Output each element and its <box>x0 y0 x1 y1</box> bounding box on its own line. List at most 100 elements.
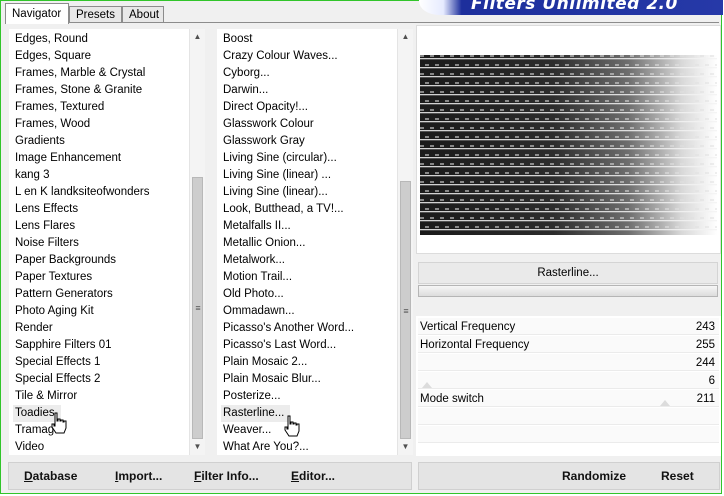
category-item[interactable]: Sapphire Filters 01 <box>15 337 112 354</box>
tab-divider <box>5 22 719 23</box>
filter-name-label: Rasterline... <box>418 262 718 284</box>
slider-mode-switch[interactable]: Mode switch 211 <box>416 390 721 408</box>
category-scrollbar[interactable]: ▲ ≡ ▼ <box>189 29 205 455</box>
right-button-bar: Randomize Reset <box>418 462 720 490</box>
control-value: 243 <box>695 321 715 333</box>
category-item[interactable]: Paper Backgrounds <box>15 252 116 269</box>
category-item[interactable]: Pattern Generators <box>15 286 113 303</box>
scroll-up-icon[interactable]: ▲ <box>398 29 413 45</box>
control-label: Mode switch <box>420 393 484 405</box>
filter-item[interactable]: Direct Opacity!... <box>223 99 308 116</box>
filter-item[interactable]: Glasswork Gray <box>223 133 305 150</box>
filter-item[interactable]: Ommadawn... <box>223 303 295 320</box>
category-item[interactable]: Gradients <box>15 133 65 150</box>
slider-thumb-icon[interactable] <box>660 400 670 406</box>
category-list[interactable]: Edges, Round Edges, Square Frames, Marble … <box>9 29 205 455</box>
category-item[interactable]: kang 3 <box>15 167 50 184</box>
progress-bar <box>418 285 718 297</box>
filter-item[interactable]: Metalfalls II... <box>223 218 291 235</box>
filter-item[interactable]: Living Sine (linear) ... <box>223 167 331 184</box>
control-label: Horizontal Frequency <box>420 339 530 351</box>
control-value: 211 <box>696 393 715 405</box>
scroll-down-icon[interactable]: ▼ <box>190 439 205 455</box>
grip-icon: ≡ <box>403 306 409 316</box>
filter-items: Boost Crazy Colour Waves... Cyborg... Darwi… <box>217 29 397 455</box>
filter-item[interactable]: Metallic Onion... <box>223 235 305 252</box>
tab-navigator[interactable]: Navigator <box>5 3 69 24</box>
category-item[interactable]: Frames, Marble & Crystal <box>15 65 145 82</box>
slider-thumb-icon[interactable] <box>422 382 432 388</box>
slider-control-3[interactable]: 244 <box>416 354 721 372</box>
category-item[interactable]: Tile & Mirror <box>15 388 77 405</box>
filter-item[interactable]: Motion Trail... <box>223 269 292 286</box>
filter-item[interactable]: What Are You?... <box>223 439 309 455</box>
category-item[interactable]: Lens Flares <box>15 218 75 235</box>
category-item[interactable]: Video <box>15 439 44 455</box>
filter-item[interactable]: Old Photo... <box>223 286 284 303</box>
category-scroll-thumb[interactable]: ≡ <box>192 177 203 439</box>
category-item[interactable]: Frames, Stone & Granite <box>15 82 142 99</box>
category-item[interactable]: Lens Effects <box>15 201 78 218</box>
scroll-down-icon[interactable]: ▼ <box>398 439 413 455</box>
category-item[interactable]: Frames, Textured <box>15 99 104 116</box>
filter-item[interactable]: Living Sine (circular)... <box>223 150 337 167</box>
filter-controls: Vertical Frequency 243 Horizontal Freque… <box>416 316 721 456</box>
filter-info-button[interactable]: Filter Info... <box>194 469 259 483</box>
category-item[interactable]: Edges, Square <box>15 48 91 65</box>
slider-track[interactable] <box>418 372 719 389</box>
category-item[interactable]: Image Enhancement <box>15 150 121 167</box>
filter-item[interactable]: Picasso's Last Word... <box>223 337 336 354</box>
control-value: 6 <box>708 375 715 387</box>
category-items: Edges, Round Edges, Square Frames, Marble … <box>9 29 189 455</box>
filter-item[interactable]: Plain Mosaic Blur... <box>223 371 321 388</box>
filter-item[interactable]: Living Sine (linear)... <box>223 184 328 201</box>
tab-presets[interactable]: Presets <box>69 6 122 23</box>
slider-control-6[interactable] <box>416 408 721 426</box>
category-item[interactable]: Edges, Round <box>15 31 88 48</box>
filter-item[interactable]: Posterize... <box>223 388 281 405</box>
filter-item[interactable]: Look, Butthead, a TV!... <box>223 201 344 218</box>
category-item[interactable]: Render <box>15 320 53 337</box>
category-item[interactable]: Special Effects 2 <box>15 371 100 388</box>
control-value: 255 <box>695 339 715 351</box>
slider-horizontal-frequency[interactable]: Horizontal Frequency 255 <box>416 336 721 354</box>
category-item[interactable]: L en K landksiteofwonders <box>15 184 149 201</box>
filter-item[interactable]: Weaver... <box>223 422 271 439</box>
filter-list[interactable]: Boost Crazy Colour Waves... Cyborg... Darwi… <box>217 29 413 455</box>
filter-item[interactable]: Darwin... <box>223 82 268 99</box>
category-item[interactable]: Paper Textures <box>15 269 92 286</box>
slider-track[interactable] <box>418 354 719 371</box>
slider-track[interactable] <box>418 426 719 443</box>
slider-control-7[interactable] <box>416 426 721 444</box>
slider-control-4[interactable]: 6 <box>416 372 721 390</box>
slider-vertical-frequency[interactable]: Vertical Frequency 243 <box>416 318 721 336</box>
filter-item[interactable]: Cyborg... <box>223 65 270 82</box>
hand-cursor-icon <box>51 412 67 434</box>
hand-cursor-icon <box>284 415 300 437</box>
filter-item[interactable]: Plain Mosaic 2... <box>223 354 307 371</box>
randomize-button[interactable]: Randomize <box>562 469 626 483</box>
filter-scrollbar[interactable]: ▲ ≡ ▼ <box>397 29 413 455</box>
tab-about[interactable]: About <box>122 6 164 23</box>
category-item[interactable]: Photo Aging Kit <box>15 303 94 320</box>
category-item[interactable]: Noise Filters <box>15 235 79 252</box>
left-button-bar: Database Import... Filter Info... Editor… <box>8 462 412 490</box>
import-button[interactable]: Import... <box>115 469 162 483</box>
slider-track[interactable] <box>418 408 719 425</box>
editor-button[interactable]: Editor... <box>291 469 335 483</box>
filter-item[interactable]: Picasso's Another Word... <box>223 320 354 337</box>
database-button[interactable]: Database <box>24 469 77 483</box>
filter-item[interactable]: Metalwork... <box>223 252 285 269</box>
filter-item[interactable]: Rasterline... <box>221 405 291 422</box>
filter-scroll-thumb[interactable]: ≡ <box>400 181 411 439</box>
grip-icon: ≡ <box>195 303 201 313</box>
preview-image <box>420 55 717 235</box>
category-item[interactable]: Frames, Wood <box>15 116 90 133</box>
filter-item[interactable]: Glasswork Colour <box>223 116 314 133</box>
reset-button[interactable]: Reset <box>661 469 694 483</box>
category-item[interactable]: Special Effects 1 <box>15 354 100 371</box>
filter-item[interactable]: Boost <box>223 31 252 48</box>
filter-item[interactable]: Crazy Colour Waves... <box>223 48 338 65</box>
scroll-up-icon[interactable]: ▲ <box>190 29 205 45</box>
banner-title: Filters Unlimited 2.0 <box>471 0 678 14</box>
